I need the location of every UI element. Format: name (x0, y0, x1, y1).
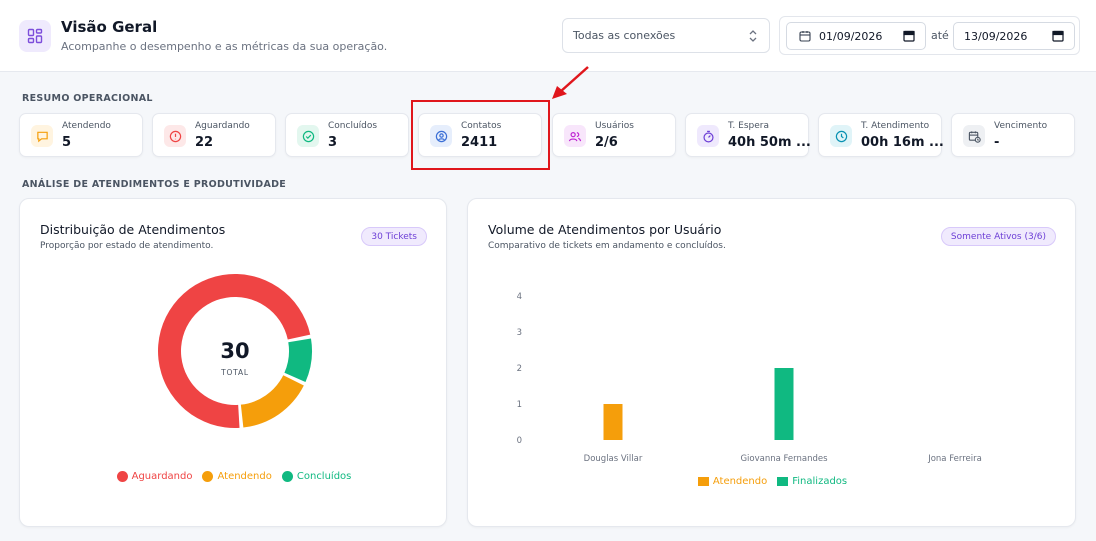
stat-value: 2/6 (595, 135, 618, 150)
y-tick-label: 4 (517, 292, 522, 302)
y-tick-label: 2 (517, 364, 522, 374)
legend-swatch (697, 477, 709, 486)
bar-finalizados[interactable] (774, 368, 794, 440)
legend-item[interactable]: Finalizados (777, 476, 847, 487)
bar-atendendo[interactable] (603, 404, 623, 440)
legend-label: Finalizados (792, 476, 848, 487)
donut-slice-atendendo[interactable] (240, 375, 304, 428)
calendar-icon (799, 31, 811, 42)
stat-label: Vencimento (994, 121, 1048, 131)
legend-dot (202, 471, 214, 482)
stat-value: 3 (328, 135, 338, 150)
donut-chart: 30 TOTAL (158, 274, 312, 428)
stat-value: 00h 16m ... (861, 135, 944, 150)
stat-card-concluidos[interactable]: Concluídos 3 (285, 113, 409, 157)
legend-item[interactable]: Concluídos (281, 471, 352, 482)
section-analysis-label: ANÁLISE DE ATENDIMENTOS E PRODUTIVIDADE (22, 179, 287, 190)
highlight-box (411, 100, 550, 170)
legend-swatch (777, 477, 789, 486)
chevron-updown-icon (749, 30, 757, 42)
stat-label: Aguardando (195, 121, 250, 131)
section-summary-label: RESUMO OPERACIONAL (22, 93, 153, 104)
stat-card-usuarios[interactable]: Usuários 2/6 (552, 113, 676, 157)
connection-select-value: Todas as conexões (573, 29, 676, 42)
legend-dot (281, 471, 293, 482)
date-from-value: 01/09/2026 (819, 29, 883, 43)
connection-select[interactable]: Todas as conexões (562, 18, 770, 53)
tickets-badge: 30 Tickets (361, 227, 427, 246)
calendar-picker-icon[interactable] (1052, 30, 1064, 42)
legend-item[interactable]: Aguardando (116, 471, 193, 482)
distribution-panel: Distribuição de Atendimentos Proporção p… (19, 198, 447, 527)
dashboard-icon (19, 20, 51, 52)
y-tick-label: 3 (517, 328, 522, 338)
stat-card-aguardando[interactable]: Aguardando 22 (152, 113, 276, 157)
page-subtitle: Acompanhe o desempenho e as métricas da … (61, 40, 388, 53)
legend-label: Atendendo (217, 471, 272, 482)
x-tick-label: Jona Ferreira (927, 454, 982, 464)
stat-value: 40h 50m ... (728, 135, 811, 150)
date-to-value: 13/09/2026 (964, 29, 1028, 43)
alert-icon (164, 125, 186, 147)
stat-value: - (994, 135, 1000, 150)
donut-legend: Aguardando Atendendo Concluídos (20, 471, 448, 482)
date-from-input[interactable]: 01/09/2026 (786, 22, 926, 50)
legend-label: Concluídos (296, 471, 352, 482)
y-tick-label: 0 (517, 436, 522, 446)
stat-value: 5 (62, 135, 72, 150)
panel-title: Distribuição de Atendimentos (40, 222, 226, 237)
legend-item[interactable]: Atendendo (697, 476, 768, 487)
chat-icon (31, 125, 53, 147)
stat-value: 22 (195, 135, 214, 150)
panel-subtitle: Proporção por estado de atendimento. (40, 241, 214, 251)
bar-legend: Atendendo Finalizados (468, 476, 1077, 487)
check-circle-icon (297, 125, 319, 147)
date-range: 01/09/2026 até 13/09/2026 (779, 16, 1080, 55)
stat-label: Concluídos (328, 121, 378, 131)
x-tick-label: Douglas Villar (584, 454, 643, 464)
annotation-arrow-icon (552, 66, 589, 99)
stat-card-t-atendimento[interactable]: T. Atendimento 00h 16m ... (818, 113, 944, 157)
clock-icon (830, 125, 852, 147)
stat-label: Atendendo (62, 121, 111, 131)
donut-slice-concluídos[interactable] (284, 338, 312, 383)
date-to-input[interactable]: 13/09/2026 (953, 22, 1075, 50)
legend-label: Aguardando (131, 471, 193, 482)
stat-label: Usuários (595, 121, 634, 131)
legend-item[interactable]: Atendendo (202, 471, 272, 482)
stopwatch-icon (697, 125, 719, 147)
page-title: Visão Geral (61, 18, 158, 36)
legend-dot (116, 471, 128, 482)
stat-card-atendendo[interactable]: Atendendo 5 (19, 113, 143, 157)
stat-card-vencimento[interactable]: Vencimento - (951, 113, 1075, 157)
y-tick-label: 1 (517, 400, 522, 410)
donut-center-value: 30 (220, 339, 249, 363)
legend-label: Atendendo (712, 476, 768, 487)
users-icon (564, 125, 586, 147)
x-tick-label: Giovanna Fernandes (740, 454, 828, 464)
calendar-clock-icon (963, 125, 985, 147)
date-separator: até (931, 29, 949, 42)
stat-card-t-espera[interactable]: T. Espera 40h 50m ... (685, 113, 811, 157)
stat-label: T. Espera (728, 121, 769, 131)
calendar-picker-icon[interactable] (903, 30, 915, 42)
donut-center-label: TOTAL (220, 368, 249, 377)
volume-panel: Volume de Atendimentos por Usuário Compa… (467, 198, 1076, 527)
stat-label: T. Atendimento (861, 121, 930, 131)
